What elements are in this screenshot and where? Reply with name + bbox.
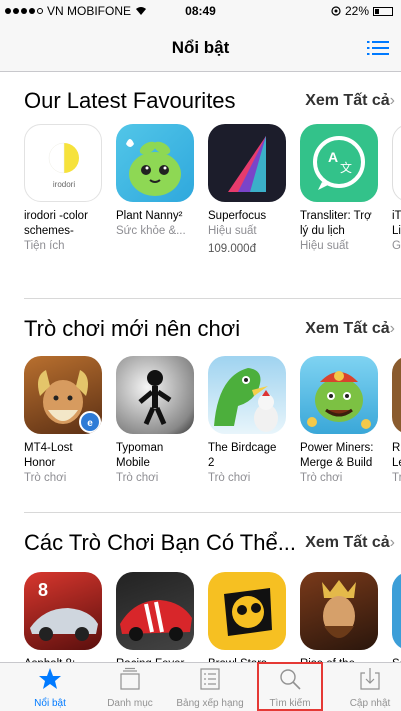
app-price[interactable]: 109.000đ: [208, 242, 290, 257]
tab-label: Nổi bật: [34, 698, 66, 709]
app-category: Hiệu suất: [300, 240, 349, 252]
tab-featured[interactable]: Nổi bật: [10, 663, 90, 711]
section-title: Our Latest Favourites: [24, 88, 236, 113]
app-name: irodori -color: [24, 210, 88, 222]
app-name: MT4-Lost: [24, 442, 73, 454]
tab-bar: Nổi bật Danh mục Bảng xếp hạng Tìm kiếm: [0, 662, 401, 711]
app-tile[interactable]: Typoman Mobile Trò chơi: [116, 356, 198, 486]
app-tile[interactable]: Rise of the: [300, 572, 382, 672]
app-name: Typoman: [116, 442, 164, 454]
battery-icon: [373, 6, 393, 16]
app-name: Superfocus: [208, 210, 267, 222]
typoman-app-icon: [116, 356, 194, 434]
section-title: Trò chơi mới nên chơi: [24, 316, 241, 341]
tab-top-charts[interactable]: Bảng xếp hạng: [170, 663, 250, 711]
svg-text:irodori: irodori: [53, 180, 75, 189]
app-name: Plant Nanny²: [116, 210, 183, 222]
section-new-games: Trò chơi mới nên chơi Xem Tất cả› e MT4-…: [0, 298, 401, 508]
asphalt-app-icon: 8: [24, 572, 102, 650]
transliter-app-icon: A 文: [300, 124, 378, 202]
app-name-line2: schemes-: [24, 225, 74, 237]
app-tile[interactable]: A 文 Transliter: Trợ lý du lịch Hiệu suất: [300, 124, 382, 254]
see-all-link[interactable]: Xem Tất cả›: [305, 320, 395, 338]
tab-updates[interactable]: Cập nhật: [330, 663, 401, 711]
app-tile[interactable]: Racing Fever: [116, 572, 198, 672]
app-tile[interactable]: The Birdcage 2 Trò chơi: [208, 356, 290, 486]
section-title: Các Trò Chơi Bạn Có Thể...: [24, 530, 297, 555]
app-tile[interactable]: Power Miners: Merge & Build Trò chơi: [300, 356, 382, 486]
app-name: Transliter: Trợ: [300, 210, 372, 222]
app-tile[interactable]: Brawl Stars: [208, 572, 290, 672]
plant-nanny-app-icon: [116, 124, 194, 202]
superfocus-app-icon: [208, 124, 286, 202]
app-category: G: [392, 240, 401, 252]
app-name: Power Miners:: [300, 442, 374, 454]
app-category: Hiệu suất: [208, 225, 257, 237]
app-category: Trò chơi: [300, 472, 343, 484]
app-icon: [392, 124, 401, 202]
app-tile[interactable]: Plant Nanny² Sức khỏe &...: [116, 124, 198, 239]
categories-icon: [120, 667, 140, 690]
mt4-app-icon: e: [24, 356, 102, 434]
app-tile[interactable]: irodori irodori -color schemes- Tiện ích: [24, 124, 106, 254]
tab-label: Cập nhật: [349, 698, 391, 709]
svg-text:文: 文: [340, 160, 352, 175]
app-tile[interactable]: iT Li G: [392, 124, 401, 254]
updates-icon: [360, 668, 380, 690]
rise-of-the-kings-app-icon: [300, 572, 378, 650]
app-category: Trò chơi: [208, 472, 251, 484]
tab-categories[interactable]: Danh mục: [90, 663, 170, 711]
page-title: Nổi bật: [171, 38, 230, 57]
alarm-icon: [331, 6, 341, 16]
app-name-line2: Li: [392, 225, 401, 237]
racing-fever-app-icon: [116, 572, 194, 650]
battery-group: 22%: [331, 4, 393, 18]
section-games-you-may-like: Các Trò Chơi Bạn Có Thể... Xem Tất cả› 8…: [0, 512, 401, 670]
app-category: Tiện ích: [24, 240, 65, 252]
app-tile[interactable]: e MT4-Lost Honor Trò chơi: [24, 356, 106, 486]
battery-percent: 22%: [344, 4, 369, 18]
app-tile[interactable]: Superfocus Hiệu suất 109.000đ: [208, 124, 290, 257]
svg-text:8: 8: [38, 580, 48, 600]
app-icon: [392, 356, 401, 434]
app-name-line2: 2: [208, 457, 215, 469]
svg-text:A: A: [328, 149, 338, 165]
app-category: Trò chơi: [24, 472, 67, 484]
search-tab-highlight: [257, 662, 323, 711]
tab-label: Bảng xếp hạng: [176, 698, 244, 709]
tab-label: Danh mục: [107, 698, 153, 709]
svg-text:e: e: [87, 418, 93, 429]
app-category: Trò chơi: [116, 472, 159, 484]
app-tile[interactable]: Sc: [392, 572, 401, 672]
status-bar: VN MOBIFONE 08:49 22%: [0, 0, 401, 22]
see-all-link[interactable]: Xem Tất cả›: [305, 92, 395, 110]
irodori-app-icon: irodori: [24, 124, 102, 202]
nav-bar: Nổi bật: [0, 22, 401, 72]
birdcage-app-icon: [208, 356, 286, 434]
power-miners-app-icon: [300, 356, 378, 434]
top-charts-icon: [200, 668, 220, 690]
app-name: iT: [392, 210, 401, 222]
app-icon: [392, 572, 401, 650]
app-name: R: [392, 442, 401, 454]
app-name: The Birdcage: [208, 442, 277, 454]
app-tile[interactable]: R Le Tr: [392, 356, 401, 486]
app-category: Tr: [392, 472, 401, 484]
section-latest-favourites: Our Latest Favourites Xem Tất cả› irodor…: [0, 72, 401, 302]
see-all-link[interactable]: Xem Tất cả›: [305, 534, 395, 552]
brawl-stars-app-icon: [208, 572, 286, 650]
list-icon[interactable]: [367, 40, 389, 56]
app-category: Sức khỏe &...: [116, 225, 186, 237]
app-tile[interactable]: 8 Asphalt 8:: [24, 572, 106, 672]
app-name-line2: Le: [392, 457, 401, 469]
app-name-line2: Mobile: [116, 457, 150, 469]
star-icon: [39, 668, 61, 689]
app-name-line2: Honor: [24, 457, 56, 469]
app-name-line2: lý du lịch: [300, 225, 345, 237]
app-name-line2: Merge & Build: [300, 457, 373, 469]
